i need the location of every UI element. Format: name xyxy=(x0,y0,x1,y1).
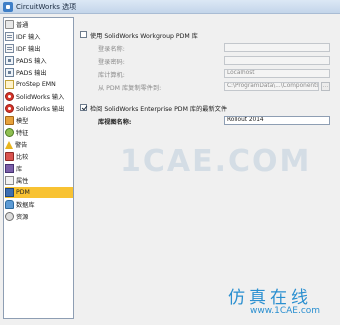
pdm-icon xyxy=(5,188,14,197)
solidworks-icon xyxy=(5,104,14,113)
sidebar-item-label: SolidWorks 输入 xyxy=(16,94,65,101)
options-window: CircuitWorks 选项 普通 IDF 输入 IDF 输出 PADS 输入… xyxy=(0,0,340,325)
sidebar-item-solidworks-export[interactable]: SolidWorks 输出 xyxy=(5,103,73,114)
vault-view-field[interactable]: Rollout 2014 xyxy=(224,116,330,125)
sidebar-item-pads-import[interactable]: PADS 输入 xyxy=(5,55,73,66)
solidworks-icon xyxy=(5,92,14,101)
options-category-list[interactable]: 普通 IDF 输入 IDF 输出 PADS 输入 PADS 输出 ProStep… xyxy=(3,17,74,319)
login-password-label: 登录密码: xyxy=(98,59,125,66)
sidebar-item-idf-import[interactable]: IDF 输入 xyxy=(5,31,73,42)
circuitworks-app-icon xyxy=(3,2,13,12)
sidebar-item-pads-export[interactable]: PADS 输出 xyxy=(5,67,73,78)
login-name-label: 登录名称: xyxy=(98,46,125,53)
sidebar-item-warning[interactable]: 警告 xyxy=(5,139,73,150)
login-password-field[interactable] xyxy=(224,56,330,65)
idf-file-icon xyxy=(5,32,14,41)
sidebar-item-label: 普通 xyxy=(16,22,29,29)
sidebar-item-resource[interactable]: 资源 xyxy=(5,211,73,222)
sidebar-item-label: 属性 xyxy=(16,178,29,185)
sidebar-item-label: 比较 xyxy=(16,154,29,161)
login-name-field[interactable] xyxy=(224,43,330,52)
vault-view-label: 库视图名称: xyxy=(98,119,132,126)
sidebar-item-general[interactable]: 普通 xyxy=(5,19,73,30)
sidebar-item-label: IDF 输入 xyxy=(16,34,41,41)
attribute-icon xyxy=(5,176,14,185)
sidebar-item-database[interactable]: 数据库 xyxy=(5,199,73,210)
prostep-icon xyxy=(5,80,14,89)
sidebar-item-label: 特征 xyxy=(16,130,29,137)
enterprise-pdm-label: 检阅 SolidWorks Enterprise PDM 库的最新文件 xyxy=(90,106,227,113)
window-title: CircuitWorks 选项 xyxy=(16,3,77,11)
sidebar-item-pdm[interactable]: PDM xyxy=(5,187,73,198)
brand-logo-text: 仿真在线 xyxy=(228,288,312,308)
sidebar-item-label: PDM xyxy=(16,189,30,196)
resource-icon xyxy=(5,212,14,221)
sidebar-item-label: 模型 xyxy=(16,118,29,125)
model-icon xyxy=(5,116,14,125)
workgroup-pdm-label: 使用 SolidWorks Workgroup PDM 库 xyxy=(90,33,198,40)
workgroup-pdm-checkbox[interactable] xyxy=(80,31,87,38)
sidebar-item-label: ProStep EMN xyxy=(16,81,56,88)
browse-button[interactable]: ... xyxy=(321,82,330,91)
vault-computer-label: 库计算机: xyxy=(98,72,125,79)
sidebar-item-compare[interactable]: 比较 xyxy=(5,151,73,162)
sidebar-item-label: 库 xyxy=(16,166,23,173)
copy-path-label: 从 PDM 库复制零件到: xyxy=(98,85,162,92)
sidebar-item-label: PADS 输入 xyxy=(16,58,47,65)
library-icon xyxy=(5,164,14,173)
sidebar-item-prostep-emn[interactable]: ProStep EMN xyxy=(5,79,73,90)
idf-file-icon xyxy=(5,44,14,53)
sidebar-item-idf-export[interactable]: IDF 输出 xyxy=(5,43,73,54)
sidebar-item-label: 警告 xyxy=(15,142,28,149)
sidebar-item-label: 数据库 xyxy=(16,202,35,209)
pads-file-icon xyxy=(5,56,14,65)
sidebar-item-label: 资源 xyxy=(16,214,29,221)
sidebar-item-feature[interactable]: 特征 xyxy=(5,127,73,138)
sidebar-item-label: PADS 输出 xyxy=(16,70,47,77)
compare-icon xyxy=(5,152,14,161)
sidebar-item-label: IDF 输出 xyxy=(16,46,41,53)
copy-path-field[interactable]: C:\ProgramData\...\Components\ xyxy=(224,82,319,91)
watermark-text: 1CAE.COM xyxy=(120,144,312,179)
vault-computer-field[interactable]: Localhost xyxy=(224,69,330,78)
brand-url: www.1CAE.com xyxy=(250,306,321,316)
feature-icon xyxy=(5,128,14,137)
warning-icon xyxy=(5,140,13,149)
pads-file-icon xyxy=(5,68,14,77)
title-bar[interactable]: CircuitWorks 选项 xyxy=(0,0,340,14)
settings-icon xyxy=(5,20,14,29)
sidebar-item-model[interactable]: 模型 xyxy=(5,115,73,126)
sidebar-item-library[interactable]: 库 xyxy=(5,163,73,174)
sidebar-item-solidworks-import[interactable]: SolidWorks 输入 xyxy=(5,91,73,102)
sidebar-item-label: SolidWorks 输出 xyxy=(16,106,65,113)
sidebar-item-attribute[interactable]: 属性 xyxy=(5,175,73,186)
database-icon xyxy=(5,200,14,209)
enterprise-pdm-checkbox[interactable] xyxy=(80,104,87,111)
